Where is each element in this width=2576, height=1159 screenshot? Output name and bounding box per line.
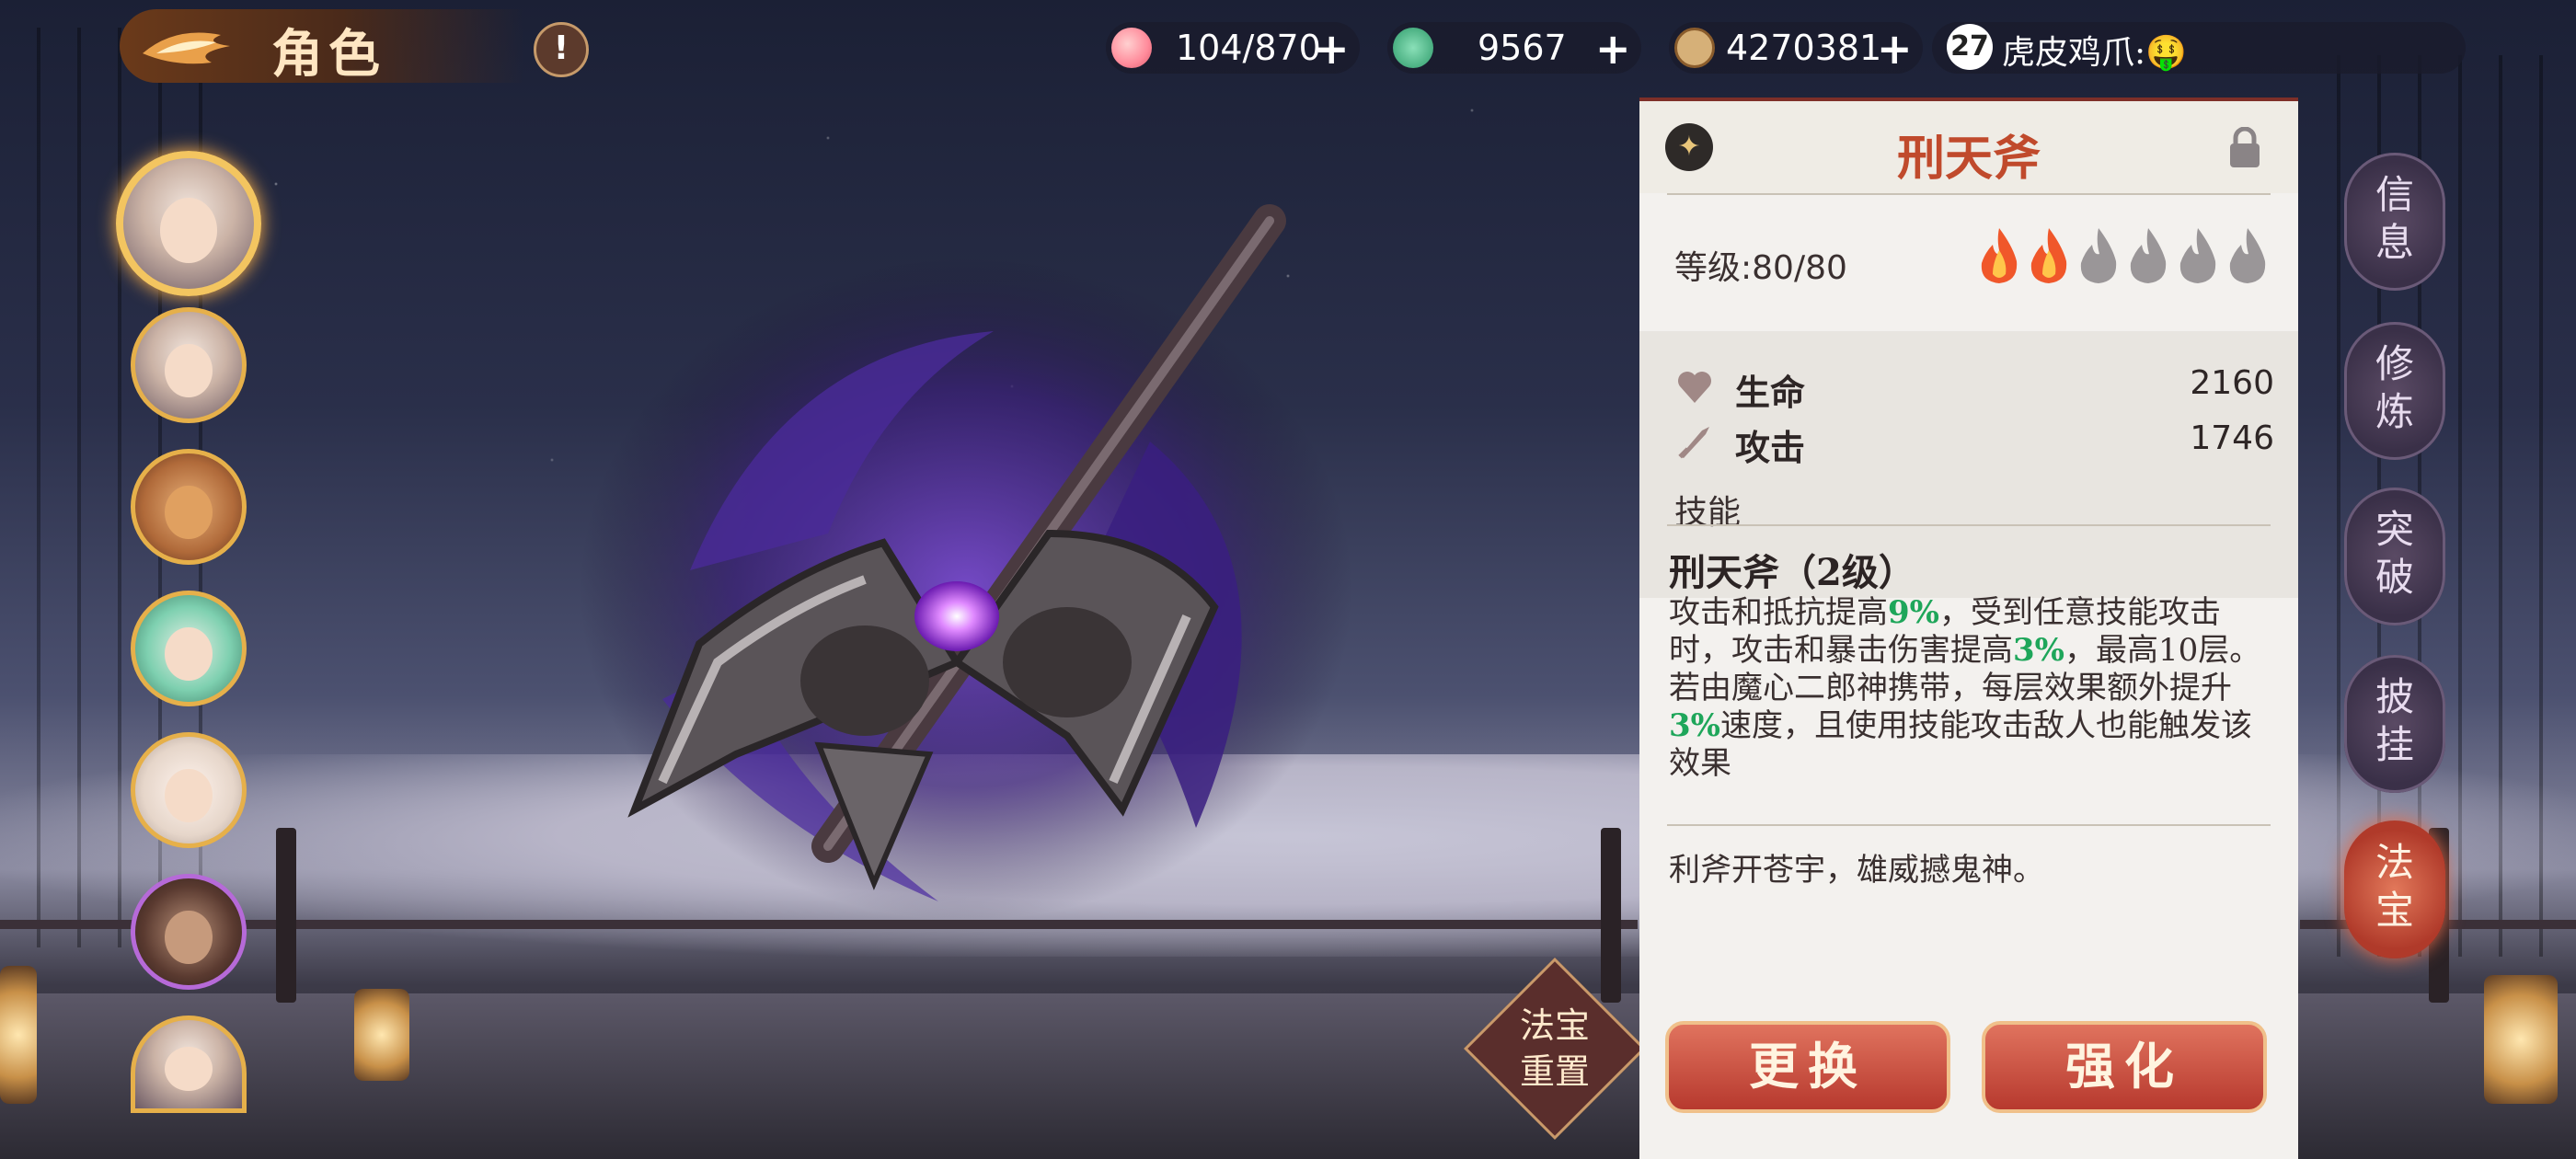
coin-value: 4270381 — [1726, 28, 1882, 68]
axe-weapon-image — [580, 204, 1352, 920]
alert-button[interactable]: ! — [534, 22, 589, 77]
top-bar: 角色 ! 104/870 + 9567 + 4270381 + 27 虎皮鸡爪:… — [0, 0, 2576, 92]
resource-jade: 9567 + — [1387, 22, 1641, 74]
heart-icon — [1678, 372, 1711, 403]
avatar-character-5[interactable] — [131, 732, 247, 848]
upgrade-button[interactable]: 强化 — [1982, 1021, 2267, 1113]
tab-breakthrough[interactable]: 突 破 — [2344, 488, 2445, 625]
tab-label: 披 — [2375, 674, 2414, 719]
lantern-icon — [0, 966, 37, 1104]
reset-label-line2: 重置 — [1519, 1051, 1590, 1092]
tab-artifact[interactable]: 法 宝 — [2344, 820, 2445, 958]
avatar-face — [165, 910, 213, 964]
skill-text: 速度，且使用技能攻击敌人也能触发该效果 — [1669, 707, 2252, 782]
replace-button[interactable]: 更换 — [1665, 1021, 1950, 1113]
resource-stamina: 104/870 + — [1106, 22, 1360, 74]
flame-empty-icon — [2130, 228, 2167, 283]
flavor-divider — [1667, 824, 2271, 826]
lantern-icon — [354, 989, 409, 1081]
skill-description: 攻击和抵抗提高9%，受到任意技能攻击时，攻击和暴击伤害提高3%，最高10层。若由… — [1669, 594, 2276, 783]
peach-icon — [1111, 28, 1152, 68]
lock-icon[interactable] — [2226, 127, 2263, 169]
artifact-detail-panel: ✦ 刑天斧 等级:80/80 生命 2160 攻击 1746 技能 刑天斧（2级… — [1639, 98, 2298, 1159]
avatar-character-2[interactable] — [131, 307, 247, 423]
add-stamina-button[interactable]: + — [1314, 24, 1350, 74]
stat-attack: 攻击 1746 — [1674, 418, 2274, 468]
skill-divider — [1667, 524, 2271, 526]
tab-label: 宝 — [2375, 888, 2414, 933]
stat-value: 2160 — [2190, 364, 2274, 402]
stat-value: 1746 — [2190, 419, 2274, 457]
tab-label: 突 — [2375, 507, 2414, 552]
avatar-face — [165, 768, 213, 822]
tab-outfit[interactable]: 披 挂 — [2344, 655, 2445, 793]
artifact-level: 等级:80/80 — [1674, 249, 1847, 287]
flame-empty-icon — [2179, 228, 2216, 283]
star-rating — [1976, 226, 2271, 285]
add-coin-button[interactable]: + — [1877, 24, 1913, 74]
avatar-character-6[interactable] — [131, 874, 247, 990]
avatar-character-4[interactable] — [131, 591, 247, 706]
tab-label: 挂 — [2375, 722, 2414, 767]
tab-label: 修 — [2375, 341, 2414, 386]
skill-text: 攻击和抵抗提高 — [1669, 594, 1888, 631]
header-divider — [1667, 193, 2271, 195]
jade-value: 9567 — [1478, 28, 1567, 68]
tab-info[interactable]: 信 息 — [2344, 153, 2445, 291]
flame-logo-icon — [143, 32, 230, 64]
avatar-face — [159, 197, 218, 263]
page-title: 角色 — [271, 24, 385, 85]
flame-empty-icon — [2080, 228, 2117, 283]
coin-icon — [1674, 28, 1715, 68]
stat-label: 攻击 — [1735, 427, 1806, 468]
skill-highlight: 9% — [1888, 594, 1939, 631]
skill-highlight: 3% — [2013, 632, 2064, 669]
tab-label: 信 — [2375, 172, 2414, 217]
tab-label: 破 — [2375, 555, 2414, 600]
flame-filled-icon — [2030, 228, 2067, 283]
railing-post — [1601, 828, 1621, 1003]
skill-highlight: 3% — [1669, 707, 1720, 744]
stat-hp: 生命 2160 — [1674, 362, 2274, 413]
tab-cultivate[interactable]: 修 炼 — [2344, 322, 2445, 460]
flame-filled-icon — [1981, 228, 2018, 283]
resource-coin: 4270381 + — [1669, 22, 1923, 74]
stat-label: 生命 — [1735, 372, 1806, 413]
reset-label-line1: 法宝 — [1519, 1005, 1590, 1046]
lantern-icon — [2484, 975, 2558, 1104]
avatar-face — [165, 1046, 213, 1091]
player-name[interactable]: 虎皮鸡爪:🤑 — [2002, 26, 2187, 74]
skill-heading: 技能 — [1674, 494, 1742, 532]
avatar-character-3[interactable] — [131, 449, 247, 565]
avatar-face — [165, 485, 213, 539]
avatar-character-1[interactable] — [116, 151, 261, 296]
tab-label: 法 — [2375, 840, 2414, 885]
player-level-badge: 27 — [1947, 24, 1993, 70]
railing-post — [276, 828, 296, 1003]
avatar-face — [165, 343, 213, 397]
flame-empty-icon — [2229, 228, 2266, 283]
flavor-text: 利斧开苍宇，雄威撼鬼神。 — [1669, 852, 2044, 889]
skill-name: 刑天斧（2级） — [1669, 551, 1915, 594]
tab-label: 息 — [2375, 220, 2414, 265]
avatar-face — [165, 626, 213, 681]
add-jade-button[interactable]: + — [1595, 24, 1631, 74]
jade-icon — [1393, 28, 1433, 68]
artifact-name: 刑天斧 — [1896, 131, 2041, 187]
stamina-value: 104/870 — [1176, 28, 1321, 68]
artifact-reset-label: 法宝 重置 — [1509, 1003, 1601, 1095]
tab-label: 炼 — [2375, 389, 2414, 434]
sword-icon — [1678, 427, 1709, 459]
